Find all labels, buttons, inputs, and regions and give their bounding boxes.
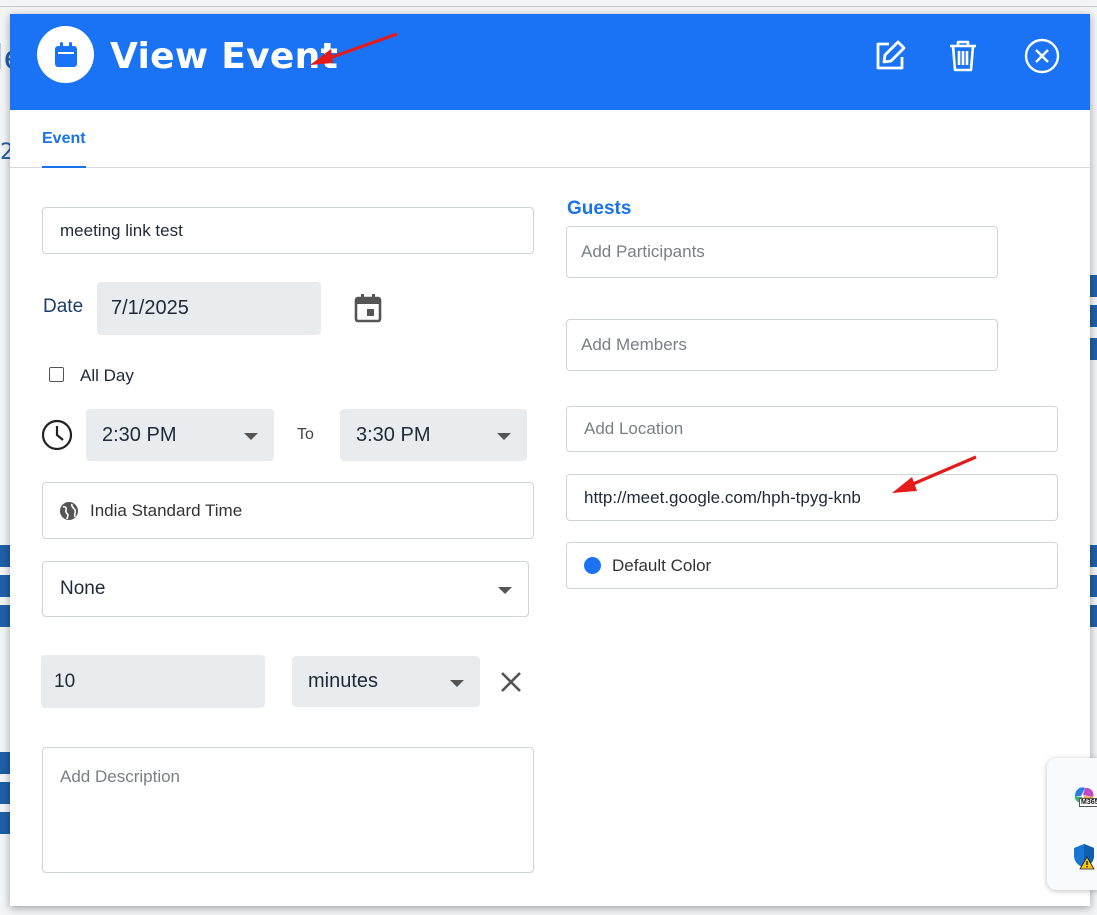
members-placeholder: Add Members: [581, 335, 687, 354]
date-input[interactable]: 7/1/2025: [97, 282, 321, 335]
all-day-checkbox[interactable]: [49, 367, 64, 382]
date-picker-button[interactable]: [354, 293, 382, 323]
close-icon: [501, 672, 521, 692]
meeting-link-input[interactable]: http://meet.google.com/hph-tpyg-knb: [566, 474, 1058, 521]
background-event-tag: [1090, 305, 1097, 327]
background-event-tag: [0, 782, 10, 804]
annotation-arrow: [892, 455, 977, 493]
close-button[interactable]: [1022, 36, 1062, 76]
chevron-down-icon: [498, 587, 512, 594]
m365-copilot-icon[interactable]: M365: [1071, 783, 1097, 809]
start-time-value: 2:30 PM: [102, 423, 177, 446]
background-event-tag: [1090, 545, 1097, 567]
members-input[interactable]: Add Members: [566, 319, 998, 371]
all-day-label: All Day: [80, 366, 134, 385]
dialog-header: View Event: [10, 14, 1090, 110]
chevron-down-icon: [497, 433, 511, 440]
description-textarea[interactable]: Add Description: [42, 747, 534, 873]
background-event-tag: [1090, 275, 1097, 297]
close-circle-icon: [1024, 38, 1060, 74]
dialog-title: View Event: [110, 36, 339, 77]
timezone-value: India Standard Time: [90, 500, 243, 520]
background-event-tag: [0, 752, 10, 774]
calendar-icon: [354, 294, 382, 323]
description-placeholder-text: Add Description: [60, 767, 181, 786]
background-event-tag: [1090, 575, 1097, 597]
clock-icon: [41, 419, 73, 456]
event-title-input[interactable]: meeting link test: [42, 207, 534, 254]
edit-icon: [876, 40, 906, 70]
meeting-link-value: http://meet.google.com/hph-tpyg-knb: [584, 487, 861, 507]
chevron-down-icon: [450, 680, 464, 687]
background-event-tag: [0, 575, 10, 597]
color-select[interactable]: Default Color: [566, 542, 1058, 589]
participants-input[interactable]: Add Participants: [566, 226, 998, 278]
date-value: 7/1/2025: [111, 297, 189, 319]
tab-event[interactable]: Event: [42, 130, 86, 168]
reminder-value: 10: [54, 670, 76, 692]
timezone-field[interactable]: India Standard Time: [42, 482, 534, 539]
background-event-tag: [0, 812, 10, 834]
end-time-value: 3:30 PM: [356, 423, 431, 446]
background-event-tag: [1090, 605, 1097, 627]
calendar-icon: [37, 26, 94, 83]
participants-placeholder: Add Participants: [581, 242, 705, 261]
annotation-arrow: [310, 32, 398, 65]
guests-heading: Guests: [567, 198, 632, 219]
tab-bar: Event: [10, 110, 1090, 168]
date-label: Date: [43, 296, 84, 317]
defender-shield-icon[interactable]: [1071, 842, 1097, 870]
repeat-select[interactable]: None: [42, 561, 529, 617]
event-title-value: meeting link test: [60, 220, 183, 240]
color-dot: [584, 557, 601, 574]
remove-reminder-button[interactable]: [500, 671, 522, 698]
trash-icon: [950, 40, 976, 72]
m365-badge: M365: [1079, 798, 1097, 807]
reminder-unit-value: minutes: [308, 670, 379, 692]
location-input[interactable]: Add Location: [566, 406, 1058, 452]
edit-button[interactable]: [870, 36, 910, 76]
background-event-tag: [0, 605, 10, 627]
background-event-tag: [1090, 338, 1097, 360]
globe-icon: [60, 501, 78, 520]
location-placeholder: Add Location: [584, 419, 684, 438]
repeat-value: None: [60, 578, 106, 599]
side-widget-panel: M365: [1047, 758, 1097, 890]
to-label: To: [297, 426, 314, 443]
background-divider: [0, 6, 1097, 7]
chevron-down-icon: [244, 433, 258, 440]
background-event-tag: [0, 545, 10, 567]
color-label: Default Color: [612, 555, 712, 575]
delete-button[interactable]: [943, 36, 983, 76]
reminder-value-input[interactable]: 10: [41, 655, 265, 708]
